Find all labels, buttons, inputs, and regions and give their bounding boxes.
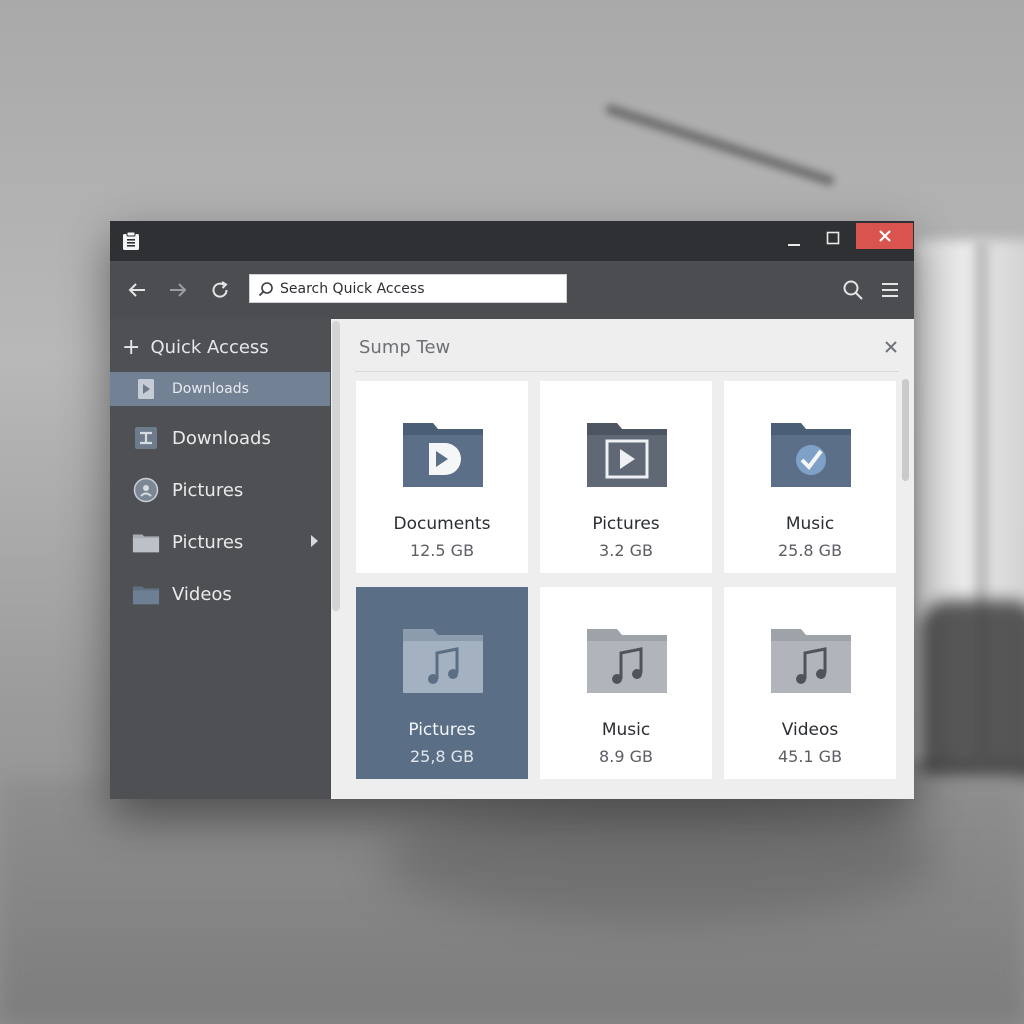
video-folder-icon xyxy=(587,423,667,487)
folder-tile-pictures[interactable]: Pictures 3.2 GB xyxy=(540,381,712,573)
sidebar-item-label: Videos xyxy=(172,583,232,605)
folder-tile-documents[interactable]: Documents 12.5 GB xyxy=(356,381,528,573)
content-scrollbar[interactable] xyxy=(902,379,909,481)
forward-arrow-icon xyxy=(170,283,187,297)
file-explorer-window: Search Quick Access + Quick Access Downl… xyxy=(110,221,914,799)
tile-name: Music xyxy=(785,514,835,534)
header-divider xyxy=(355,371,899,372)
maximize-button[interactable] xyxy=(810,224,856,252)
tile-name: Pictures xyxy=(592,514,660,534)
download-icon xyxy=(132,425,160,451)
chevron-right-icon[interactable] xyxy=(311,535,318,547)
navigation-toolbar: Search Quick Access xyxy=(110,261,914,319)
folder-tile-music[interactable]: Music 25.8 GB xyxy=(724,381,896,573)
maximize-icon xyxy=(826,231,840,245)
background-chair xyxy=(920,600,1024,780)
sidebar-item-downloads-active[interactable]: Downloads xyxy=(110,372,330,406)
sidebar-scrollbar[interactable] xyxy=(332,321,340,611)
close-icon xyxy=(878,230,891,242)
disc-icon xyxy=(132,477,160,503)
sidebar-item-videos[interactable]: Videos xyxy=(110,577,330,611)
tile-size: 12.5 GB xyxy=(409,541,475,560)
sidebar-item-label: Pictures xyxy=(172,479,244,501)
folder-icon xyxy=(132,529,160,555)
folder-tile-music-2[interactable]: Music 8.9 GB xyxy=(540,587,712,779)
close-button[interactable] xyxy=(856,223,913,249)
plus-icon: + xyxy=(122,334,141,360)
sidebar-item-label: Downloads xyxy=(172,427,271,449)
close-icon xyxy=(885,341,897,353)
refresh-button[interactable] xyxy=(207,277,233,303)
sidebar-item-pictures[interactable]: Pictures xyxy=(110,473,330,507)
folder-tile-pictures-selected[interactable]: Pictures 25,8 GB xyxy=(356,587,528,779)
search-icon xyxy=(843,280,863,300)
navigation-sidebar: + Quick Access Downloads Downloads Pictu… xyxy=(110,319,330,799)
tile-name: Pictures xyxy=(408,720,476,740)
quick-access-header[interactable]: + Quick Access xyxy=(122,334,269,360)
content-panel: Sump Tew Documents 12.5 GB Pictures 3.2 … xyxy=(331,319,914,799)
search-input[interactable]: Search Quick Access xyxy=(280,281,425,297)
tile-size: 25.8 GB xyxy=(777,541,843,560)
folder-tile-videos[interactable]: Videos 45.1 GB xyxy=(724,587,896,779)
sidebar-item-pictures-folder[interactable]: Pictures xyxy=(110,525,330,559)
tile-name: Documents xyxy=(393,514,491,534)
tile-size: 3.2 GB xyxy=(599,541,653,560)
tile-name: Music xyxy=(601,720,651,740)
tile-name: Videos xyxy=(781,720,839,740)
back-button[interactable] xyxy=(124,277,150,303)
quick-access-label: Quick Access xyxy=(150,337,269,358)
search-icon xyxy=(258,281,273,296)
refresh-icon xyxy=(212,281,228,298)
tile-size: 25,8 GB xyxy=(409,747,475,766)
forward-button[interactable] xyxy=(165,277,191,303)
tile-size: 8.9 GB xyxy=(599,747,653,766)
play-folder-icon xyxy=(403,423,483,487)
music-folder-icon xyxy=(771,629,851,693)
hamburger-menu-icon xyxy=(882,283,898,297)
check-folder-icon xyxy=(771,423,851,487)
back-arrow-icon xyxy=(128,283,145,297)
music-folder-icon xyxy=(587,629,667,693)
sidebar-item-label: Pictures xyxy=(172,531,244,553)
background-ceiling-light xyxy=(604,103,836,187)
minimize-icon xyxy=(788,244,800,246)
search-button[interactable] xyxy=(840,277,866,303)
clipboard-icon xyxy=(123,231,139,250)
close-panel-button[interactable] xyxy=(879,335,903,359)
search-box[interactable]: Search Quick Access xyxy=(249,274,567,303)
sidebar-item-label: Downloads xyxy=(172,381,249,397)
folder-icon xyxy=(132,581,160,607)
title-bar xyxy=(110,221,914,261)
menu-button[interactable] xyxy=(877,277,903,303)
play-document-icon xyxy=(132,376,160,402)
background-table-shadow xyxy=(380,800,940,920)
content-header-title: Sump Tew xyxy=(359,337,451,358)
music-folder-icon xyxy=(403,629,483,693)
sidebar-item-downloads[interactable]: Downloads xyxy=(110,421,330,455)
tile-size: 45.1 GB xyxy=(777,747,843,766)
